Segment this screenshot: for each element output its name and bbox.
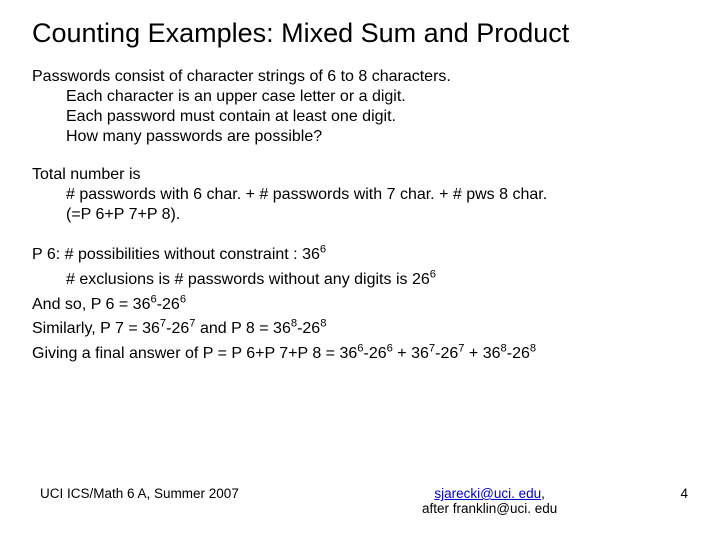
line: Total number is (32, 166, 141, 183)
line: And so, P 6 = 366-266 (32, 296, 186, 313)
footer-course: UCI ICS/Math 6 A, Summer 2007 (40, 486, 239, 501)
slide-footer: UCI ICS/Math 6 A, Summer 2007 sjarecki@u… (0, 486, 720, 516)
footer-after: after franklin@uci. edu (422, 501, 557, 516)
footer-email-link[interactable]: sjarecki@uci. edu (434, 486, 541, 501)
footer-page-number: 4 (680, 486, 688, 501)
line: P 6: # possibilities without constraint … (32, 246, 326, 263)
footer-comma: , (541, 486, 545, 501)
line: # passwords with 6 char. + # passwords w… (32, 185, 688, 205)
slide-title: Counting Examples: Mixed Sum and Product (32, 18, 688, 49)
line: Each character is an upper case letter o… (32, 87, 688, 107)
line: (=P 6+P 7+P 8). (32, 205, 688, 225)
footer-contact: sjarecki@uci. edu, after franklin@uci. e… (422, 486, 557, 516)
problem-statement: Passwords consist of character strings o… (32, 67, 688, 147)
total-number: Total number is # passwords with 6 char.… (32, 165, 688, 225)
line: Passwords consist of character strings o… (32, 68, 451, 85)
line: Each password must contain at least one … (32, 107, 688, 127)
calculation: P 6: # possibilities without constraint … (32, 243, 688, 367)
line: Giving a final answer of P = P 6+P 7+P 8… (32, 345, 536, 362)
line: Similarly, P 7 = 367-267 and P 8 = 368-2… (32, 320, 326, 337)
line: How many passwords are possible? (32, 127, 688, 147)
line: # exclusions is # passwords without any … (32, 268, 688, 293)
